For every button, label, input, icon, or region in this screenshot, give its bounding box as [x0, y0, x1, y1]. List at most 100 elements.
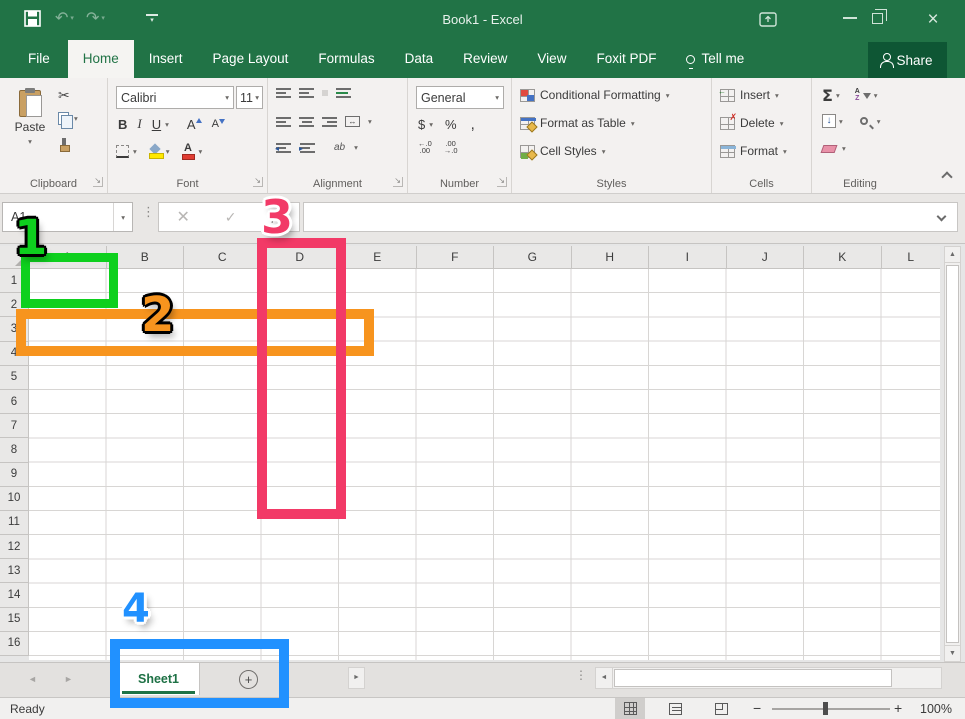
autosum-caret-icon[interactable]: ▾: [836, 91, 840, 100]
normal-view-button[interactable]: [615, 698, 645, 719]
accounting-format-button[interactable]: $: [418, 117, 425, 132]
column-header-G[interactable]: G: [494, 246, 572, 268]
font-dialog-launcher-icon[interactable]: ↘: [253, 177, 263, 187]
column-header-H[interactable]: H: [572, 246, 650, 268]
fill-color-icon[interactable]: [149, 145, 162, 158]
tab-data[interactable]: Data: [390, 40, 449, 78]
ribbon-display-options-icon[interactable]: [759, 12, 777, 27]
customize-quick-access-toolbar-icon[interactable]: ▾: [146, 14, 158, 25]
sheet-nav-left-icon[interactable]: ◄: [28, 674, 37, 684]
name-box-caret-icon[interactable]: ▾: [113, 203, 132, 231]
orientation-icon[interactable]: ab: [334, 142, 345, 153]
page-layout-view-button[interactable]: [660, 698, 690, 719]
increase-indent-button[interactable]: ▸: [300, 143, 315, 153]
accounting-caret-icon[interactable]: ▾: [429, 120, 433, 129]
row-header-15[interactable]: 15: [0, 608, 29, 632]
find-select-caret-icon[interactable]: ▾: [877, 117, 881, 126]
collapse-ribbon-icon[interactable]: [941, 171, 952, 182]
expand-formula-bar-icon[interactable]: [937, 212, 947, 222]
increase-font-size-button[interactable]: A: [187, 117, 202, 132]
underline-caret-icon[interactable]: ▾: [165, 120, 169, 129]
italic-button[interactable]: I: [137, 116, 141, 132]
tab-review[interactable]: Review: [448, 40, 522, 78]
tab-insert[interactable]: Insert: [134, 40, 198, 78]
tab-file[interactable]: File: [10, 40, 68, 78]
clear-caret-icon[interactable]: ▾: [842, 144, 846, 153]
tab-strip-grip-icon[interactable]: ⋮: [575, 671, 587, 680]
align-left-button[interactable]: [276, 117, 291, 127]
zoom-in-button[interactable]: +: [894, 700, 902, 716]
middle-align-button[interactable]: [299, 88, 314, 98]
autosum-button[interactable]: Σ: [822, 86, 833, 105]
clipboard-dialog-launcher-icon[interactable]: ↘: [93, 177, 103, 187]
vertical-scrollbar[interactable]: ▲ ▼: [944, 246, 961, 662]
cancel-icon[interactable]: ✕: [176, 207, 189, 227]
comma-style-button[interactable]: ,: [471, 116, 475, 133]
column-header-C[interactable]: C: [184, 246, 262, 268]
minimize-button[interactable]: [843, 17, 857, 19]
tab-page-layout[interactable]: Page Layout: [198, 40, 304, 78]
redo-caret-icon[interactable]: ▾: [101, 15, 105, 22]
bottom-align-button[interactable]: [322, 90, 328, 96]
formula-bar-grip-icon[interactable]: ⋮: [142, 206, 155, 217]
format-painter-button[interactable]: [58, 138, 70, 150]
horizontal-scrollbar[interactable]: ◄: [595, 667, 942, 689]
column-header-B[interactable]: B: [107, 246, 185, 268]
delete-cells-button[interactable]: Delete ▾: [720, 116, 783, 130]
font-size-combobox[interactable]: 11▾: [236, 86, 263, 109]
row-header-7[interactable]: 7: [0, 414, 29, 438]
font-size-caret-icon[interactable]: ▾: [255, 93, 259, 102]
tab-foxit-pdf[interactable]: Foxit PDF: [581, 40, 671, 78]
center-button[interactable]: [299, 117, 314, 127]
wrap-text-button[interactable]: [336, 88, 351, 98]
sort-filter-caret-icon[interactable]: ▾: [874, 91, 878, 100]
row-header-5[interactable]: 5: [0, 366, 29, 390]
format-cells-button[interactable]: Format ▾: [720, 144, 787, 158]
conditional-formatting-button[interactable]: Conditional Formatting ▾: [520, 88, 670, 102]
row-header-14[interactable]: 14: [0, 583, 29, 607]
percent-style-button[interactable]: %: [445, 117, 457, 132]
scroll-up-icon[interactable]: ▲: [945, 247, 960, 263]
undo-caret-icon[interactable]: ▾: [70, 15, 74, 22]
formula-input[interactable]: [303, 202, 958, 232]
fill-button[interactable]: ↓: [822, 114, 836, 128]
borders-caret-icon[interactable]: ▾: [133, 147, 137, 156]
merge-center-caret-icon[interactable]: ▾: [368, 117, 372, 126]
bold-button[interactable]: B: [118, 117, 127, 132]
tab-tell-me[interactable]: Tell me: [671, 40, 759, 78]
paste-button[interactable]: Paste ▾: [8, 86, 52, 164]
row-header-13[interactable]: 13: [0, 559, 29, 583]
cut-button[interactable]: ✂: [58, 88, 70, 104]
cell-styles-button[interactable]: Cell Styles ▾: [520, 144, 605, 158]
fill-color-caret-icon[interactable]: ▾: [166, 147, 170, 156]
increase-decimal-button[interactable]: ←.0 .00: [418, 140, 432, 154]
row-header-12[interactable]: 12: [0, 535, 29, 559]
font-color-icon[interactable]: A: [182, 142, 195, 160]
restore-button[interactable]: [872, 13, 883, 24]
number-format-caret-icon[interactable]: ▾: [495, 93, 499, 102]
format-as-table-button[interactable]: Format as Table ▾: [520, 116, 635, 130]
paste-caret-icon[interactable]: ▾: [28, 137, 32, 146]
column-header-F[interactable]: F: [417, 246, 495, 268]
row-header-11[interactable]: 11: [0, 511, 29, 535]
decrease-font-size-button[interactable]: A: [212, 118, 225, 130]
tab-view[interactable]: View: [522, 40, 581, 78]
enter-icon[interactable]: ✓: [225, 209, 237, 226]
top-align-button[interactable]: [276, 88, 291, 98]
share-button[interactable]: Share: [868, 42, 947, 78]
borders-icon[interactable]: [116, 145, 129, 158]
scroll-down-icon[interactable]: ▼: [945, 645, 960, 661]
row-header-9[interactable]: 9: [0, 463, 29, 487]
row-header-10[interactable]: 10: [0, 487, 29, 511]
font-family-caret-icon[interactable]: ▾: [225, 93, 229, 102]
zoom-slider-track[interactable]: [772, 708, 890, 710]
orientation-caret-icon[interactable]: ▾: [354, 143, 358, 152]
save-icon[interactable]: [24, 10, 41, 27]
decrease-decimal-button[interactable]: .00 →.0: [444, 140, 458, 154]
find-select-icon[interactable]: [860, 117, 868, 125]
merge-center-button[interactable]: ↔: [345, 116, 360, 127]
undo-icon[interactable]: ↶▾: [55, 11, 74, 27]
close-button[interactable]: ×: [920, 6, 946, 33]
column-header-I[interactable]: I: [649, 246, 727, 268]
font-family-combobox[interactable]: Calibri▾: [116, 86, 234, 109]
